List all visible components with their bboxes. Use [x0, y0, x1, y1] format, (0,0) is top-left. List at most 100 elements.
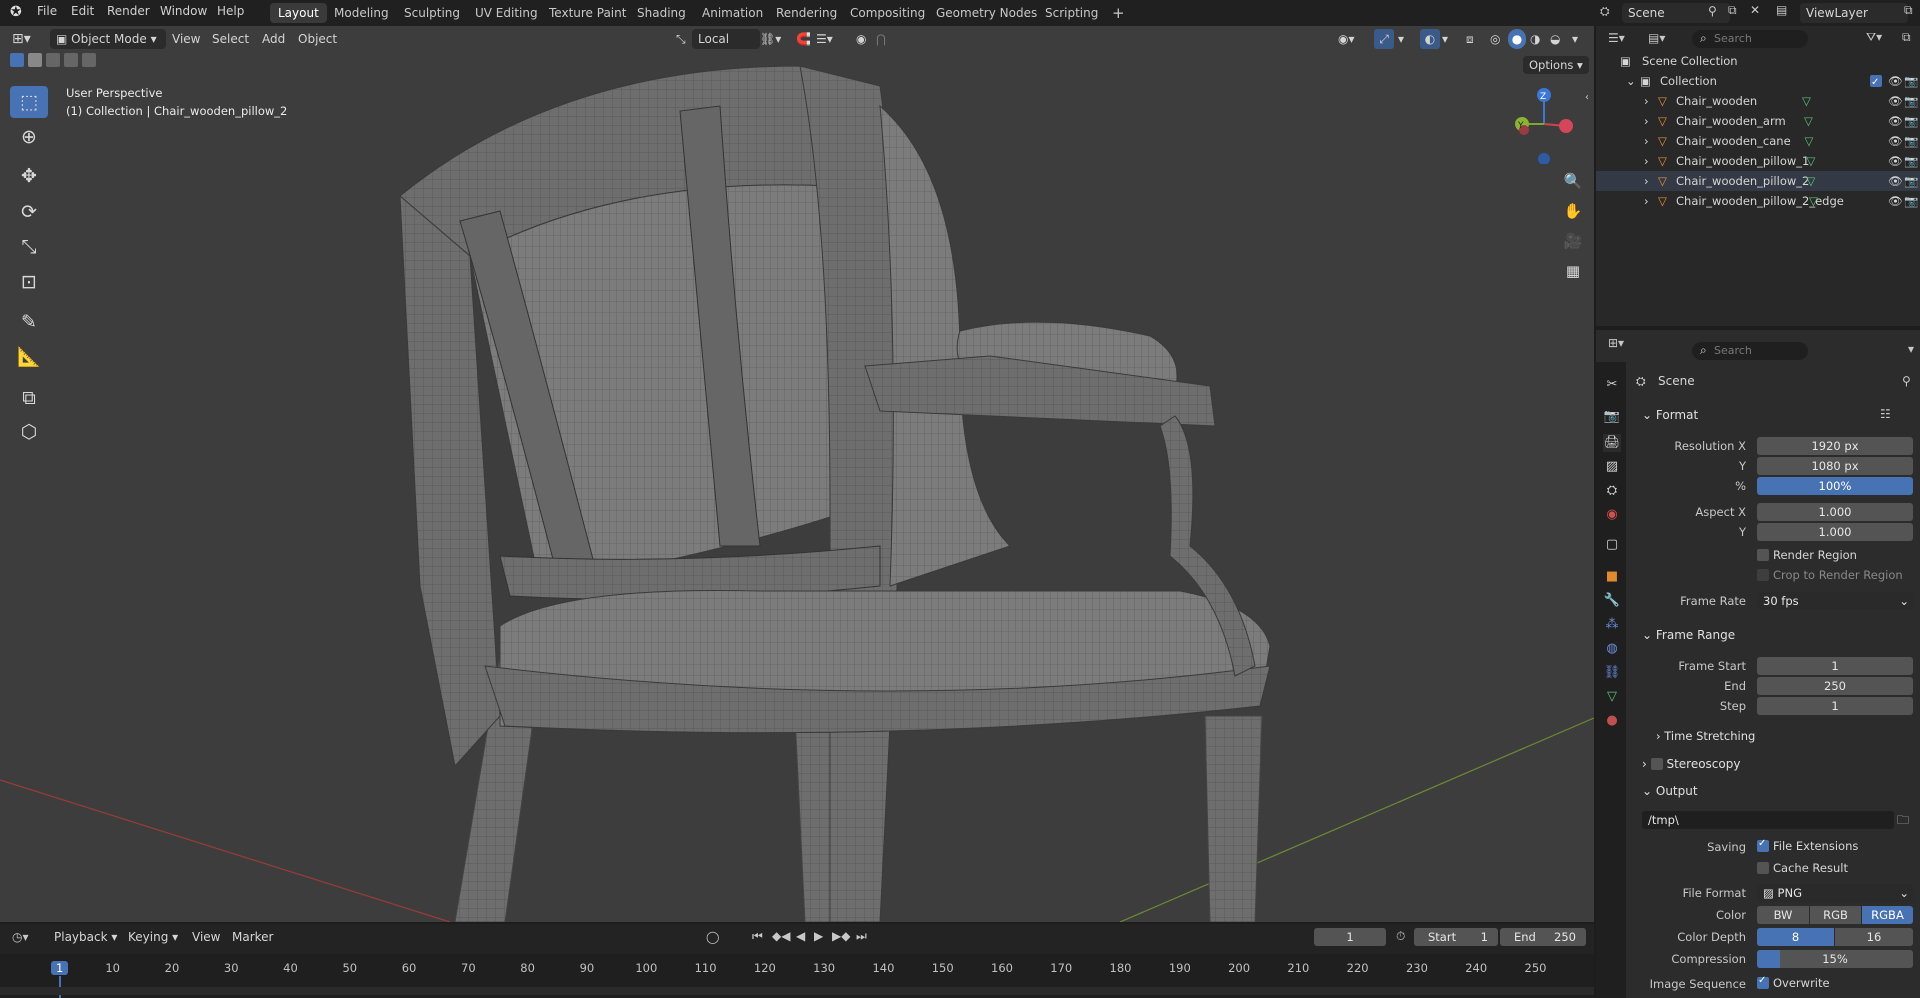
menu-marker[interactable]: Marker [232, 930, 273, 944]
overwrite-checkbox[interactable] [1757, 975, 1769, 989]
wireframe-shading-icon[interactable]: ◎ [1490, 29, 1500, 49]
new-view-layer-icon[interactable]: ⧉ [1904, 3, 1913, 18]
play-reverse-icon[interactable]: ◀ [796, 929, 805, 943]
3d-viewport[interactable] [0, 26, 1594, 922]
eye-icon[interactable]: 👁 [1888, 151, 1903, 171]
frame-range-panel-header[interactable]: ⌄ Frame Range [1642, 628, 1735, 642]
time-stretching-header[interactable]: › Time Stretching [1656, 729, 1755, 743]
output-path-input[interactable]: /tmp\ [1642, 811, 1894, 829]
transform-orientation-dropdown[interactable]: Local [692, 29, 760, 49]
display-mode-icon[interactable]: ▤▾ [1648, 31, 1665, 45]
select-box-tool-icon[interactable]: ⬚ [10, 86, 48, 118]
outliner-object-row[interactable]: › ▽ Chair_wooden ▽ 👁 📷 [1596, 91, 1920, 111]
jump-keyframe-forward-icon[interactable]: ▶◆ [832, 929, 850, 943]
camera-icon[interactable]: 📷 [1904, 91, 1918, 111]
proportional-edit-icon[interactable]: ◉ [856, 29, 866, 49]
render-region-checkbox[interactable] [1757, 549, 1769, 561]
solid-shading-icon[interactable]: ● [1508, 29, 1526, 49]
camera-icon[interactable]: 📷 [1904, 131, 1918, 151]
tab-modeling[interactable]: Modeling [326, 3, 397, 23]
properties-editor-icon[interactable]: ⊞▾ [1608, 336, 1624, 350]
navigation-gizmo[interactable]: Z Y [1500, 84, 1580, 165]
outliner-object-row[interactable]: › ▽ Chair_wooden_pillow_2 ▽ 👁 📷 [1596, 171, 1920, 191]
aspect-x-field[interactable]: 1.000 [1757, 503, 1913, 521]
outliner-editor-icon[interactable]: ☰▾ [1608, 31, 1625, 45]
file-format-dropdown[interactable]: ▨ PNG ⌄ [1757, 884, 1913, 902]
select-invert-icon[interactable] [64, 53, 78, 67]
jump-keyframe-back-icon[interactable]: ◆◀ [772, 929, 790, 943]
camera-view-icon[interactable]: 🎥 [1560, 228, 1586, 254]
move-tool-icon[interactable]: ✥ [10, 160, 48, 192]
tab-uv-editing[interactable]: UV Editing [467, 3, 546, 23]
menu-view[interactable]: View [172, 29, 200, 49]
expand-icon[interactable]: › [1644, 131, 1649, 151]
frame-step-field[interactable]: 1 [1757, 697, 1913, 715]
folder-icon[interactable]: 🗀 [1897, 811, 1909, 832]
select-new-icon[interactable] [10, 53, 24, 67]
measure-tool-icon[interactable]: 📐 [10, 341, 48, 373]
overlays-menu-icon[interactable]: ▾ [1442, 29, 1448, 49]
view-layer-icon[interactable]: ▤ [1776, 3, 1787, 17]
annotate-tool-icon[interactable]: ✎ [10, 306, 48, 338]
select-intersect-icon[interactable] [82, 53, 96, 67]
presets-icon[interactable]: ☷ [1880, 407, 1891, 421]
outliner-object-row[interactable]: › ▽ Chair_wooden_pillow_1 ▽ 👁 📷 [1596, 151, 1920, 171]
pan-hand-icon[interactable]: ✋ [1560, 198, 1586, 224]
sidebar-toggle-icon[interactable]: ‹ [1585, 92, 1589, 103]
expand-icon[interactable]: › [1644, 91, 1649, 111]
gizmo-menu-icon[interactable]: ▾ [1398, 29, 1404, 49]
outliner-object-row[interactable]: › ▽ Chair_wooden_arm ▽ 👁 📷 [1596, 111, 1920, 131]
outliner-object-row[interactable]: › ▽ Chair_wooden_pillow_2_edge ▽ 👁 📷 [1596, 191, 1920, 211]
new-collection-icon[interactable]: ⧉ [1902, 30, 1911, 45]
color-depth-8-button[interactable]: 8 [1757, 928, 1834, 946]
tab-scripting[interactable]: Scripting [1037, 3, 1106, 23]
material-tab-icon[interactable]: ● [1603, 712, 1621, 730]
eye-icon[interactable]: 👁 [1888, 71, 1903, 91]
jump-start-icon[interactable]: ⏮ [752, 929, 763, 944]
menu-file[interactable]: File [37, 4, 57, 18]
physics-tab-icon[interactable]: ◍ [1603, 640, 1621, 658]
frame-end-field[interactable]: 250 [1757, 677, 1913, 695]
mesh-data-icon[interactable]: ▽ [1804, 111, 1813, 131]
expand-icon[interactable]: › [1644, 171, 1649, 191]
tab-compositing[interactable]: Compositing [842, 3, 933, 23]
camera-icon[interactable]: 📷 [1904, 151, 1918, 171]
mesh-data-icon[interactable]: ▽ [1805, 131, 1814, 151]
menu-edit[interactable]: Edit [71, 4, 94, 18]
pivot-icon[interactable]: ⛓▾ [760, 29, 781, 49]
select-extend-icon[interactable] [28, 53, 42, 67]
color-rgba-button[interactable]: RGBA [1862, 906, 1913, 924]
collection-exclude-checkbox[interactable] [1870, 73, 1882, 93]
camera-icon[interactable]: 📷 [1904, 111, 1918, 131]
eye-icon[interactable]: 👁 [1888, 191, 1903, 211]
tab-animation[interactable]: Animation [694, 3, 771, 23]
filter-icon[interactable]: ⛛▾ [1866, 30, 1882, 45]
scene-collection-row[interactable]: ▣ Scene Collection [1596, 51, 1920, 71]
camera-icon[interactable]: 📷 [1904, 71, 1918, 91]
falloff-icon[interactable]: ⋂ [876, 29, 886, 49]
end-frame-field[interactable]: End 250 [1500, 928, 1586, 946]
rotate-tool-icon[interactable]: ⟳ [10, 196, 48, 228]
material-shading-icon[interactable]: ◑ [1530, 29, 1540, 49]
color-bw-button[interactable]: BW [1757, 906, 1809, 924]
expand-icon[interactable]: › [1644, 111, 1649, 131]
cursor-tool-icon[interactable]: ⊕ [10, 121, 48, 153]
options-dropdown[interactable]: Options ▾ [1523, 56, 1589, 74]
mesh-data-icon[interactable]: ▽ [1802, 91, 1811, 111]
object-tab-icon[interactable]: ■ [1603, 568, 1621, 586]
eye-icon[interactable]: 👁 [1888, 91, 1903, 111]
menu-object[interactable]: Object [298, 29, 337, 49]
tab-rendering[interactable]: Rendering [768, 3, 845, 23]
start-frame-field[interactable]: Start 1 [1414, 928, 1498, 946]
scene-icon[interactable]: ⛭ [1600, 4, 1610, 19]
particles-tab-icon[interactable]: ⁂ [1603, 616, 1621, 634]
timeline-scrollbar[interactable] [0, 987, 1594, 995]
frame-start-field[interactable]: 1 [1757, 657, 1913, 675]
menu-help[interactable]: Help [217, 4, 244, 18]
camera-icon[interactable]: 📷 [1904, 171, 1918, 191]
resolution-x-field[interactable]: 1920 px [1757, 437, 1913, 455]
eye-icon[interactable]: 👁 [1888, 131, 1903, 151]
jump-end-icon[interactable]: ⏭ [856, 929, 867, 944]
menu-select[interactable]: Select [212, 29, 249, 49]
preview-range-icon[interactable]: ⏱ [1396, 929, 1405, 944]
